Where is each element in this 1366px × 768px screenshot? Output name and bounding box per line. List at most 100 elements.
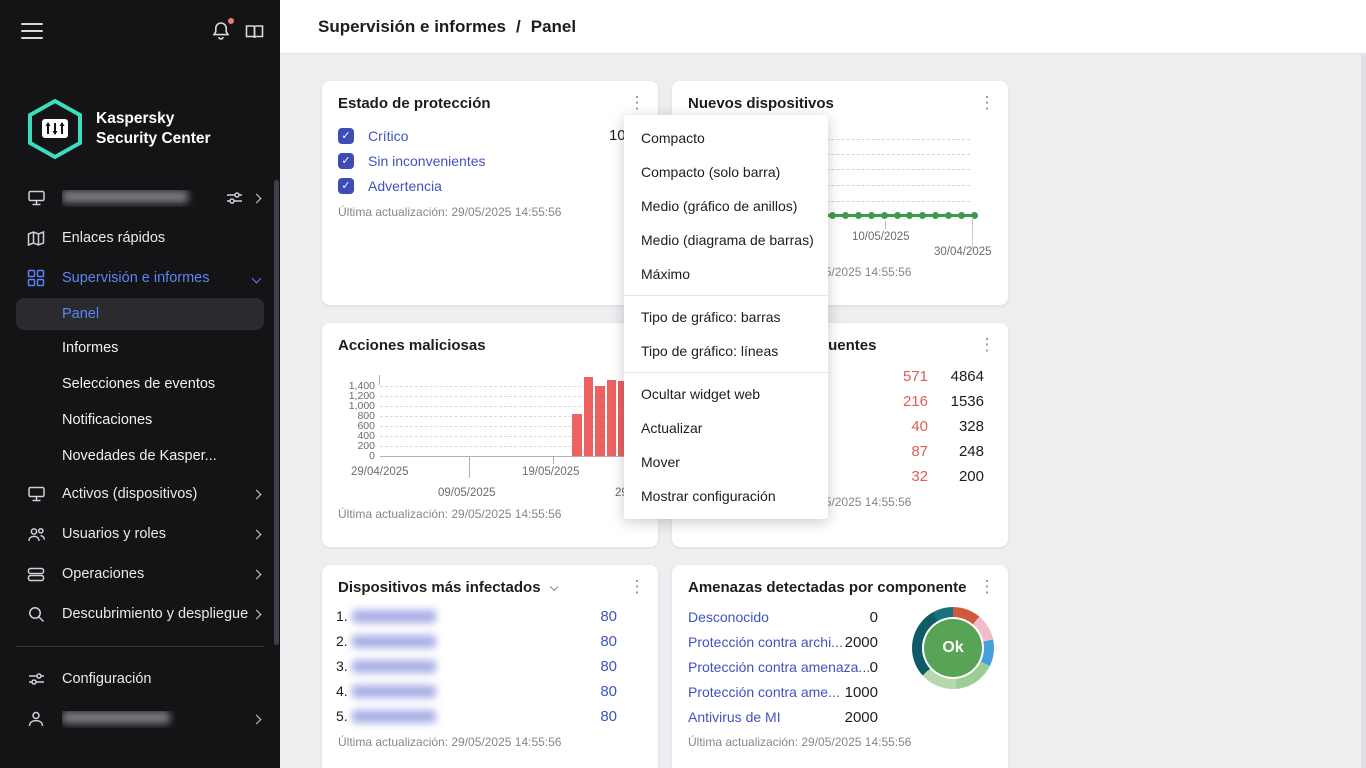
dashboard-content: Estado de protección ⋮ ✓ Crítico 100 ✓ S… [280, 54, 1366, 768]
y-axis-label: 0 [369, 450, 375, 462]
row-index: 1. [336, 608, 348, 624]
sidebar-item-label: Informes [62, 340, 119, 356]
menu-item-medium-donut[interactable]: Medio (gráfico de anillos) [624, 189, 828, 223]
infected-device-row: 3. 80 [336, 656, 642, 676]
device-count-link[interactable]: 80 [600, 633, 617, 650]
sidebar-item-reports[interactable]: Informes [0, 330, 280, 366]
widget-title: Nuevos dispositivos [688, 95, 834, 112]
component-link[interactable]: Desconocido [688, 609, 769, 625]
sidebar-item-users-roles[interactable]: Usuarios y roles [0, 514, 280, 554]
component-value: 2000 [844, 634, 878, 651]
device-count-link[interactable]: 80 [600, 658, 617, 675]
sidebar-item-monitoring[interactable]: Supervisión e informes [0, 258, 280, 298]
chevron-right-icon [251, 714, 262, 724]
sidebar-item-settings[interactable]: Configuración [0, 659, 280, 699]
menu-divider [624, 372, 828, 373]
menu-item-compact-bar-only[interactable]: Compacto (solo barra) [624, 155, 828, 189]
axis-label: 30/04/2025 [934, 246, 992, 258]
last-updated-text: Última actualización: 29/05/2025 14:55:5… [338, 735, 562, 749]
device-count-link[interactable]: 80 [600, 608, 617, 625]
menu-item-chart-type-lines[interactable]: Tipo de gráfico: líneas [624, 334, 828, 368]
sidebar-item-discovery[interactable]: Descubrimiento y despliegue [0, 594, 280, 634]
title-chevron-down-icon [549, 582, 558, 592]
threat-count-total: 200 [958, 468, 984, 485]
breadcrumb-section[interactable]: Supervisión e informes [318, 17, 506, 36]
sidebar: Kaspersky Security Center Enlaces rápido… [0, 0, 280, 768]
widget-context-menu: Compacto Compacto (solo barra) Medio (gr… [624, 115, 828, 519]
device-name-redacted[interactable] [351, 659, 436, 673]
kebab-menu-icon[interactable]: ⋮ [976, 333, 998, 357]
component-value: 1000 [844, 684, 878, 701]
menu-item-hide-widget[interactable]: Ocultar widget web [624, 377, 828, 411]
checkbox-ok[interactable]: ✓ [338, 153, 354, 169]
threat-count-total: 248 [958, 443, 984, 460]
sidebar-item-label: Novedades de Kasper... [62, 448, 217, 464]
menu-item-show-settings[interactable]: Mostrar configuración [624, 479, 828, 513]
device-name-redacted[interactable] [351, 609, 436, 623]
sidebar-item-news[interactable]: Novedades de Kasper... [0, 438, 280, 474]
menu-item-compact[interactable]: Compacto [624, 121, 828, 155]
checkbox-warning[interactable]: ✓ [338, 178, 354, 194]
sidebar-item-panel[interactable]: Panel [16, 298, 264, 330]
sidebar-nav: Enlaces rápidos Supervisión e informes P… [0, 178, 280, 739]
user-icon [26, 710, 46, 728]
widget-most-infected: Dispositivos más infectados ⋮ 1. 80 2. 8… [322, 565, 658, 768]
device-name-redacted[interactable] [351, 684, 436, 698]
checkbox-critical[interactable]: ✓ [338, 128, 354, 144]
axis-label: 29/04/2025 [351, 466, 409, 478]
status-link-ok[interactable]: Sin inconvenientes [368, 153, 486, 169]
infected-device-row: 1. 80 [336, 606, 642, 626]
device-count-link[interactable]: 80 [600, 683, 617, 700]
kaspersky-hexagon-icon [28, 98, 82, 160]
widget-malicious-actions: Acciones maliciosas ⋮ 1,400 1,200 1,000 … [322, 323, 673, 547]
menu-item-refresh[interactable]: Actualizar [624, 411, 828, 445]
kebab-menu-icon[interactable]: ⋮ [976, 575, 998, 599]
sidebar-item-assets[interactable]: Activos (dispositivos) [0, 474, 280, 514]
axis-tick [553, 456, 554, 464]
menu-item-chart-type-bars[interactable]: Tipo de gráfico: barras [624, 300, 828, 334]
widget-title: Acciones maliciosas [338, 337, 486, 354]
sidebar-item-notifications[interactable]: Notificaciones [0, 402, 280, 438]
sidebar-item-quick-links[interactable]: Enlaces rápidos [0, 218, 280, 258]
kebab-menu-icon[interactable]: ⋮ [976, 91, 998, 115]
page-header: Supervisión e informes / Panel [280, 0, 1366, 54]
menu-item-maximum[interactable]: Máximo [624, 257, 828, 291]
infected-device-row: 4. 80 [336, 681, 642, 701]
server-settings-sliders-icon[interactable] [226, 190, 243, 206]
menu-toggle-icon[interactable] [21, 23, 43, 39]
content-scrollbar[interactable] [1361, 54, 1366, 768]
server-chevron-right-icon[interactable] [251, 193, 262, 203]
sidebar-item-user-account[interactable] [0, 699, 280, 739]
infected-device-row: 2. 80 [336, 631, 642, 651]
menu-item-medium-bars[interactable]: Medio (diagrama de barras) [624, 223, 828, 257]
notifications-bell-icon[interactable] [210, 16, 236, 44]
device-name-redacted[interactable] [351, 634, 436, 648]
sidebar-item-server[interactable] [0, 178, 280, 218]
axis-label: 19/05/2025 [522, 466, 580, 478]
status-link-warning[interactable]: Advertencia [368, 178, 442, 194]
menu-item-move[interactable]: Mover [624, 445, 828, 479]
sidebar-item-operations[interactable]: Operaciones [0, 554, 280, 594]
sidebar-divider [16, 646, 264, 647]
component-link[interactable]: Protección contra ame... [688, 684, 840, 700]
widget-threats-by-component: Amenazas detectadas por componente ⋮ Des… [672, 565, 1008, 768]
threat-count-total: 328 [958, 418, 984, 435]
widget-title: Estado de protección [338, 95, 491, 112]
sidebar-item-label: Selecciones de eventos [62, 376, 216, 392]
axis-label: 10/05/2025 [852, 231, 910, 243]
device-count-link[interactable]: 80 [600, 708, 617, 725]
documentation-book-icon[interactable] [244, 22, 265, 42]
app-logo: Kaspersky Security Center [26, 98, 211, 160]
x-axis-line [380, 456, 636, 457]
sidebar-item-event-selections[interactable]: Selecciones de eventos [0, 366, 280, 402]
chevron-down-icon [251, 273, 262, 283]
kebab-menu-icon[interactable]: ⋮ [626, 575, 648, 599]
widget-title[interactable]: Dispositivos más infectados [338, 579, 558, 596]
sidebar-scrollbar[interactable] [274, 180, 279, 645]
kebab-menu-icon[interactable]: ⋮ [626, 91, 648, 115]
status-link-critical[interactable]: Crítico [368, 128, 408, 144]
device-name-redacted[interactable] [351, 709, 436, 723]
sidebar-item-label: Enlaces rápidos [62, 230, 166, 246]
component-link[interactable]: Antivirus de MI [688, 709, 781, 725]
sidebar-item-label: Usuarios y roles [62, 526, 166, 542]
